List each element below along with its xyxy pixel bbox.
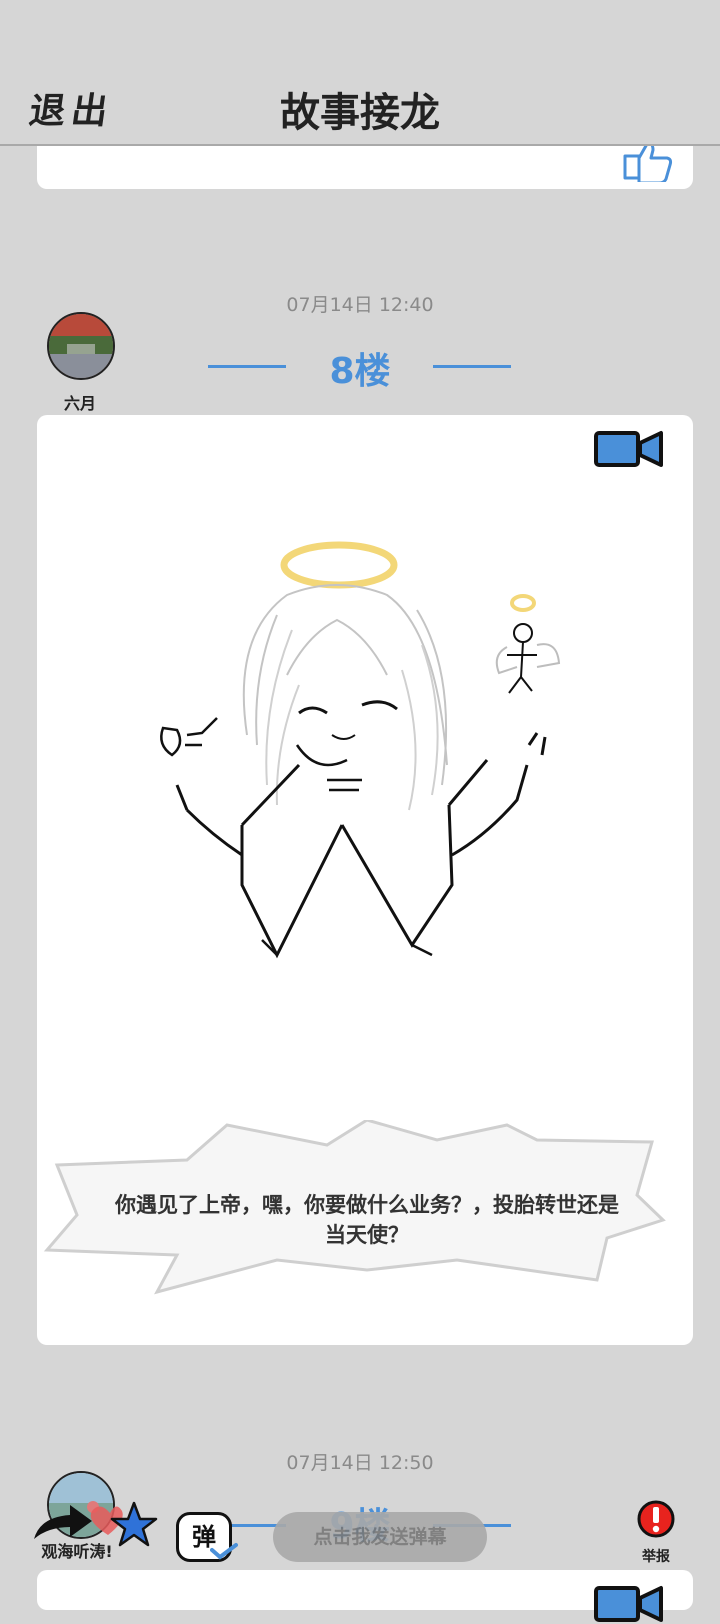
- floor-divider-right: [433, 365, 511, 368]
- report-icon: [637, 1500, 675, 1538]
- post-timestamp: 07月14日 12:40: [286, 294, 434, 316]
- share-icon[interactable]: [34, 1505, 92, 1539]
- post-card[interactable]: 你遇见了上帝，嘿，你要做什么业务？，投胎转世还是当天使？: [37, 415, 693, 1345]
- floor-number: 8楼: [329, 351, 391, 392]
- post-timestamp: 07月14日 12:50: [286, 1452, 434, 1474]
- app-header: 退出 故事接龙: [0, 0, 720, 146]
- bottom-action-bar: 观海听涛! 弹 点击我发送弹幕 举报: [0, 1490, 720, 1600]
- username: 观海听涛!: [41, 1542, 113, 1561]
- thumbs-up-icon[interactable]: [621, 140, 673, 182]
- story-caption: 你遇见了上帝，嘿，你要做什么业务？，投胎转世还是当天使？: [115, 1193, 619, 1247]
- caption-bubble: 你遇见了上帝，嘿，你要做什么业务？，投胎转世还是当天使？: [37, 1120, 693, 1300]
- danmu-toggle-button[interactable]: 弹: [176, 1512, 238, 1562]
- checkmark-icon: [210, 1543, 238, 1560]
- page-title: 故事接龙: [280, 90, 440, 136]
- danmu-input[interactable]: 点击我发送弹幕: [273, 1512, 487, 1562]
- report-button[interactable]: 举报: [632, 1498, 680, 1566]
- report-label: 举报: [642, 1549, 670, 1565]
